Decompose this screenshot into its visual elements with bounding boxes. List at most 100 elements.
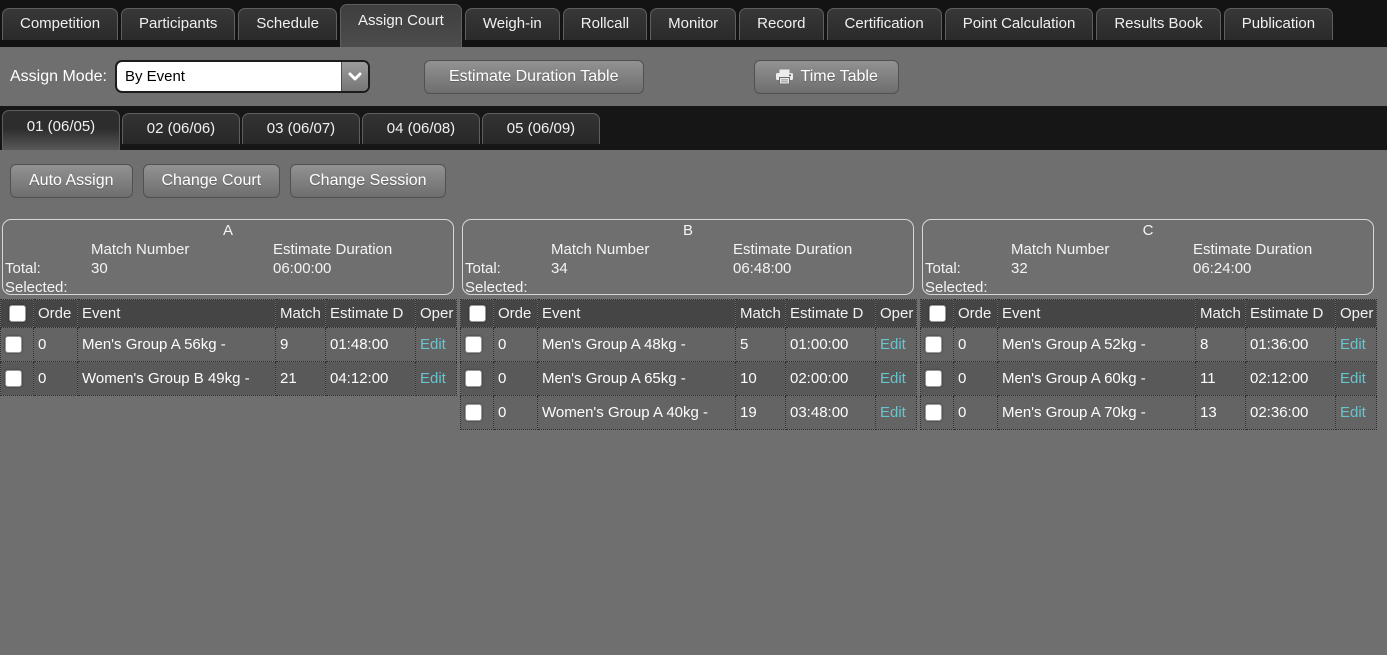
row-checkbox[interactable]: [465, 370, 482, 387]
table-header-row: OrdeEventMatchEstimate DOper: [921, 300, 1377, 328]
column-header-oper: Oper: [876, 300, 917, 328]
operation-cell: Edit: [1336, 328, 1377, 362]
session-tab-03-06-07[interactable]: 03 (06/07): [242, 113, 360, 144]
row-checkbox[interactable]: [925, 404, 942, 421]
column-header-orde: Orde: [954, 300, 998, 328]
select-all-checkbox[interactable]: [9, 305, 26, 322]
session-tab-05-06-09[interactable]: 05 (06/09): [482, 113, 600, 144]
event-cell: Men's Group A 56kg -: [78, 328, 276, 362]
operation-cell: Edit: [416, 362, 457, 396]
court-table-a: OrdeEventMatchEstimate DOper0Men's Group…: [0, 299, 457, 396]
edit-link[interactable]: Edit: [1340, 404, 1366, 421]
session-tab-04-06-08[interactable]: 04 (06/08): [362, 113, 480, 144]
tab-publication[interactable]: Publication: [1224, 8, 1333, 40]
table-row: 0Men's Group A 70kg -1302:36:00Edit: [921, 396, 1377, 430]
operation-cell: Edit: [876, 396, 917, 430]
table-header-row: OrdeEventMatchEstimate DOper: [1, 300, 457, 328]
row-checkbox[interactable]: [465, 336, 482, 353]
order-cell: 0: [34, 362, 78, 396]
table-row: 0Men's Group A 52kg -801:36:00Edit: [921, 328, 1377, 362]
tab-certification[interactable]: Certification: [827, 8, 942, 40]
match-number-label: Match Number: [551, 241, 733, 260]
selected-label: Selected:: [463, 279, 551, 298]
column-header-match: Match: [276, 300, 326, 328]
column-header-orde: Orde: [34, 300, 78, 328]
toolbar: Assign Mode: By Event Estimate Duration …: [0, 47, 1387, 106]
order-cell: 0: [954, 328, 998, 362]
tab-point-calculation[interactable]: Point Calculation: [945, 8, 1094, 40]
court-table-c: OrdeEventMatchEstimate DOper0Men's Group…: [920, 299, 1377, 430]
column-header-match: Match: [736, 300, 786, 328]
court-letter: A: [3, 222, 453, 241]
order-cell: 0: [34, 328, 78, 362]
row-checkbox[interactable]: [5, 370, 22, 387]
tab-weigh-in[interactable]: Weigh-in: [465, 8, 560, 40]
edit-link[interactable]: Edit: [420, 370, 446, 387]
estimate-duration-label: Estimate Duration: [1193, 241, 1373, 260]
match-cell: 10: [736, 362, 786, 396]
row-checkbox-cell: [461, 396, 494, 430]
tab-monitor[interactable]: Monitor: [650, 8, 736, 40]
change-session-button[interactable]: Change Session: [290, 164, 445, 198]
tab-results-book[interactable]: Results Book: [1096, 8, 1220, 40]
row-checkbox[interactable]: [5, 336, 22, 353]
edit-link[interactable]: Edit: [880, 404, 906, 421]
order-cell: 0: [954, 362, 998, 396]
estimate-duration-table-button[interactable]: Estimate Duration Table: [424, 60, 644, 94]
edit-link[interactable]: Edit: [420, 336, 446, 353]
time-table-button[interactable]: Time Table: [754, 60, 899, 94]
estimate-duration-label: Estimate Duration: [273, 241, 453, 260]
operation-cell: Edit: [1336, 362, 1377, 396]
event-cell: Men's Group A 65kg -: [538, 362, 736, 396]
edit-link[interactable]: Edit: [1340, 370, 1366, 387]
content-area: Auto Assign Change Court Change Session A M…: [0, 150, 1387, 655]
table-row: 0Men's Group A 65kg -1002:00:00Edit: [461, 362, 917, 396]
column-header-orde: Orde: [494, 300, 538, 328]
column-header-estimate-d: Estimate D: [1246, 300, 1336, 328]
table-row: 0Women's Group A 40kg -1903:48:00Edit: [461, 396, 917, 430]
select-all-cell: [921, 300, 954, 328]
match-number-value: 34: [551, 260, 733, 279]
session-tab-02-06-06[interactable]: 02 (06/06): [122, 113, 240, 144]
app-root: CompetitionParticipantsScheduleAssign Co…: [0, 0, 1387, 655]
estimate-cell: 01:00:00: [786, 328, 876, 362]
edit-link[interactable]: Edit: [880, 336, 906, 353]
session-tab-01-06-05[interactable]: 01 (06/05): [2, 110, 120, 150]
time-table-label: Time Table: [801, 68, 878, 86]
court-panel-c: CMatch NumberEstimate DurationTotal:3206…: [920, 219, 1376, 430]
assign-mode-select[interactable]: By Event: [115, 60, 370, 93]
operation-cell: Edit: [876, 362, 917, 396]
match-cell: 8: [1196, 328, 1246, 362]
total-label: Total:: [3, 260, 91, 279]
tab-schedule[interactable]: Schedule: [238, 8, 337, 40]
selected-label: Selected:: [923, 279, 1011, 298]
select-all-checkbox[interactable]: [929, 305, 946, 322]
row-checkbox[interactable]: [925, 370, 942, 387]
court-header-c: CMatch NumberEstimate DurationTotal:3206…: [922, 219, 1374, 295]
edit-link[interactable]: Edit: [880, 370, 906, 387]
order-cell: 0: [494, 396, 538, 430]
match-cell: 11: [1196, 362, 1246, 396]
estimate-cell: 02:12:00: [1246, 362, 1336, 396]
row-checkbox[interactable]: [465, 404, 482, 421]
edit-link[interactable]: Edit: [1340, 336, 1366, 353]
court-panel-b: BMatch NumberEstimate DurationTotal:3406…: [460, 219, 916, 430]
table-row: 0Men's Group A 60kg -1102:12:00Edit: [921, 362, 1377, 396]
court-letter: C: [923, 222, 1373, 241]
select-all-checkbox[interactable]: [469, 305, 486, 322]
row-checkbox[interactable]: [925, 336, 942, 353]
tab-record[interactable]: Record: [739, 8, 823, 40]
row-checkbox-cell: [1, 328, 34, 362]
change-court-button[interactable]: Change Court: [143, 164, 281, 198]
estimate-cell: 02:00:00: [786, 362, 876, 396]
match-number-value: 32: [1011, 260, 1193, 279]
tab-competition[interactable]: Competition: [2, 8, 118, 40]
operation-cell: Edit: [876, 328, 917, 362]
order-cell: 0: [954, 396, 998, 430]
tab-participants[interactable]: Participants: [121, 8, 235, 40]
auto-assign-button[interactable]: Auto Assign: [10, 164, 133, 198]
tab-rollcall[interactable]: Rollcall: [563, 8, 647, 40]
chevron-down-icon[interactable]: [341, 62, 368, 91]
tab-assign-court[interactable]: Assign Court: [340, 4, 462, 47]
total-label: Total:: [463, 260, 551, 279]
